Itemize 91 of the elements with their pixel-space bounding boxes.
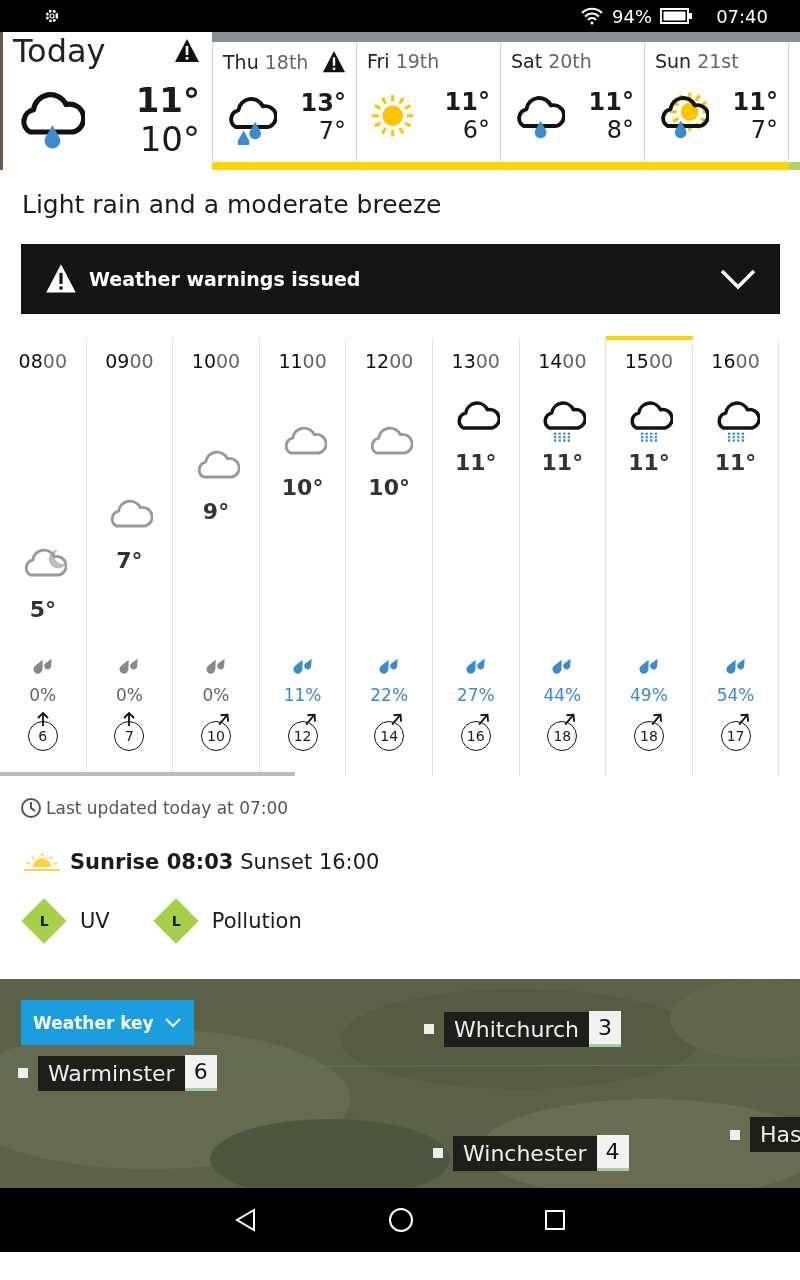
scrollbar[interactable] xyxy=(0,772,295,776)
rain-chance: 22% xyxy=(370,685,409,705)
hour-time: 1600 xyxy=(711,350,760,372)
hour-temperature: 11° xyxy=(628,450,670,475)
warning-icon xyxy=(174,38,200,64)
place-marker-icon xyxy=(433,1148,443,1158)
sunrise-icon xyxy=(24,852,60,872)
hour-time: 0800 xyxy=(18,350,67,372)
hour-time: 1400 xyxy=(538,350,587,372)
recent-apps-icon[interactable] xyxy=(544,1209,566,1231)
index-label: Pollution xyxy=(211,909,302,933)
high-temperature: 11° xyxy=(588,89,634,117)
sunrise-sunset: Sunrise 08:03 Sunset 16:00 xyxy=(70,850,380,874)
index-level-badge: L xyxy=(153,898,199,944)
hour-column[interactable]: 1300 11° 27% 16 xyxy=(432,336,520,776)
hour-time: 1000 xyxy=(191,350,241,372)
warnings-bar[interactable]: Weather warnings issued xyxy=(21,244,780,314)
day-date: 21st xyxy=(697,50,739,72)
day-tab[interactable]: Fri 19th 11° 6° xyxy=(356,42,500,170)
high-temperature: 13° xyxy=(300,90,346,118)
clock-time: 07:40 xyxy=(716,5,768,27)
day-tab[interactable]: Sun 21st 11° 7° xyxy=(644,42,788,170)
index-label: UV xyxy=(80,909,110,933)
place-value: 4 xyxy=(596,1135,629,1171)
hour-temperature: 10° xyxy=(281,474,324,500)
home-icon[interactable] xyxy=(388,1207,414,1233)
high-temperature: 11° xyxy=(444,89,490,117)
place-value: 3 xyxy=(589,1011,622,1047)
hour-column[interactable]: 1400 11° 44% 18 xyxy=(519,336,607,776)
hour-temperature: 7° xyxy=(116,548,143,573)
hour-column[interactable]: 1200 10° 22% 14 xyxy=(346,336,433,776)
hour-temperature: 5° xyxy=(29,597,56,622)
day-name: Fri xyxy=(367,50,390,72)
hour-temperature: 11° xyxy=(714,450,757,475)
hour-temperature: 9° xyxy=(202,499,230,524)
hour-time: 1300 xyxy=(451,350,500,372)
hour-column[interactable]: 1500 11° 49% 18 xyxy=(606,336,693,776)
battery-percent: 94% xyxy=(612,5,653,27)
place-marker-icon xyxy=(18,1068,28,1078)
place-name[interactable]: Has xyxy=(750,1117,800,1152)
day-name: Today xyxy=(13,32,106,70)
low-temperature: 7° xyxy=(750,117,778,145)
clock-icon xyxy=(20,797,42,819)
battery-icon xyxy=(660,8,693,24)
place-value: 6 xyxy=(184,1055,217,1091)
place-name[interactable]: Winchester xyxy=(453,1135,597,1171)
rain-chance: 11% xyxy=(283,685,322,705)
rain-chance: 0% xyxy=(115,685,143,705)
warning-icon xyxy=(45,263,77,295)
day-name: Thu xyxy=(223,51,259,73)
high-temperature: 11° xyxy=(135,80,200,120)
low-temperature: 8° xyxy=(606,117,634,145)
place-marker-icon xyxy=(730,1129,740,1140)
wifi-icon xyxy=(580,7,605,25)
warning-icon xyxy=(322,50,346,74)
place-marker-icon xyxy=(424,1024,434,1034)
rain-chance: 0% xyxy=(202,685,230,705)
chevron-icon xyxy=(720,268,756,290)
high-temperature: 11° xyxy=(732,89,778,117)
back-icon[interactable] xyxy=(234,1208,258,1232)
low-temperature: 10° xyxy=(139,120,200,160)
low-temperature: 7° xyxy=(318,118,346,146)
low-temperature: 6° xyxy=(462,117,490,145)
place-name[interactable]: Warminster xyxy=(38,1055,185,1091)
hour-column[interactable]: 1600 11° 54% 17 xyxy=(692,336,780,776)
day-tab[interactable]: Thu 18th 13° 7° xyxy=(212,42,356,170)
last-updated: Last updated today at 07:00 xyxy=(46,798,289,818)
hour-time: 1500 xyxy=(624,350,674,372)
index-level-badge: L xyxy=(21,898,67,944)
hour-time: 1200 xyxy=(365,350,414,372)
day-tab[interactable]: Sat 20th 11° 8° xyxy=(500,42,644,170)
day-name: Sat xyxy=(511,50,543,72)
day-tab[interactable]: Today 11° 10° xyxy=(0,32,212,170)
hour-temperature: 11° xyxy=(454,450,497,475)
chevron-icon xyxy=(163,1016,182,1029)
day-date: 20th xyxy=(548,50,592,72)
hour-temperature: 11° xyxy=(541,450,584,475)
hour-temperature: 10° xyxy=(368,474,410,500)
weather-summary: Light rain and a moderate breeze xyxy=(21,189,443,221)
hour-time: 1100 xyxy=(278,350,327,372)
rain-chance: 0% xyxy=(29,685,57,705)
hour-time: 0900 xyxy=(105,350,154,372)
place-name[interactable]: Whitchurch xyxy=(444,1011,590,1047)
rain-chance: 49% xyxy=(630,685,668,705)
day-name: Sun xyxy=(655,50,692,72)
day-date: 18th xyxy=(264,51,309,73)
settings-icon xyxy=(44,8,60,24)
rain-chance: 27% xyxy=(456,685,495,705)
day-date: 19th xyxy=(395,50,440,72)
rain-chance: 54% xyxy=(716,685,755,705)
rain-chance: 44% xyxy=(543,685,582,705)
